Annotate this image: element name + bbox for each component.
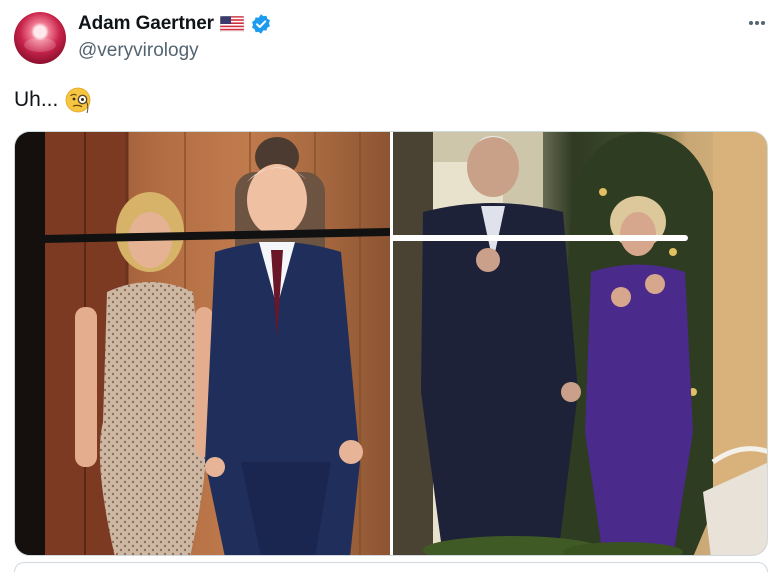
- author-handle[interactable]: @veryvirology: [78, 40, 199, 62]
- author-display-name[interactable]: Adam Gaertner: [78, 13, 214, 35]
- tweet-text-content: Uh...: [14, 88, 59, 111]
- left-photo[interactable]: [15, 132, 390, 555]
- right-photo[interactable]: [393, 132, 767, 555]
- verified-badge-icon[interactable]: [250, 13, 272, 35]
- more-options-icon[interactable]: [744, 12, 770, 34]
- author-name-row: Adam Gaertner: [78, 13, 272, 35]
- dot: [749, 21, 753, 25]
- monocle-face-icon: [64, 86, 92, 114]
- dot: [761, 21, 765, 25]
- tweet: Adam Gaertner @veryvirology Uh...: [0, 0, 778, 572]
- next-card-edge: [14, 562, 768, 572]
- us-flag-icon: [219, 15, 245, 33]
- media-grid[interactable]: [14, 131, 768, 556]
- tweet-text: Uh...: [14, 86, 92, 114]
- avatar[interactable]: [14, 12, 66, 64]
- dot: [755, 21, 759, 25]
